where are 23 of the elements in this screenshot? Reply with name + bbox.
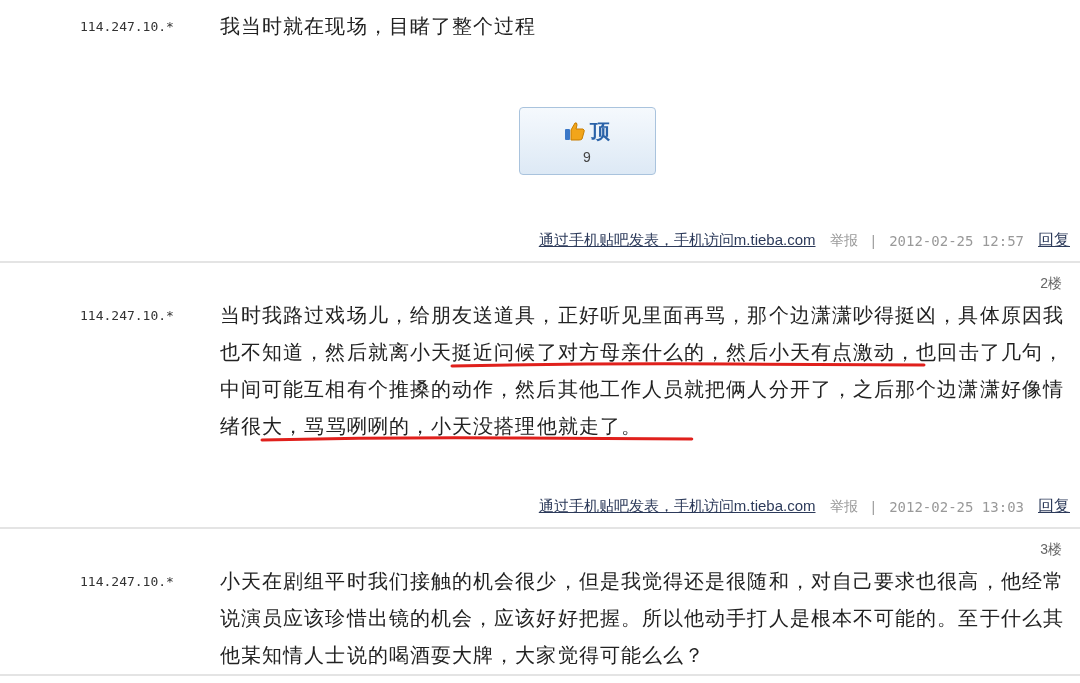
ip-address: 114.247.10.* — [79, 18, 175, 36]
reply-link[interactable]: 回复 — [1038, 496, 1070, 517]
thumbs-up-icon — [564, 120, 586, 142]
post-text-line: 中间可能互相有个推搡的动作，然后其他工作人员就把俩人分开了，之后那个边潇潇好像情 — [220, 377, 1064, 402]
post-text-line: 当时我路过戏场儿，给朋友送道具，正好听见里面再骂，那个边潇潇吵得挺凶，具体原因我 — [220, 303, 1064, 328]
like-button[interactable]: 顶 9 — [518, 107, 656, 175]
separator: | — [871, 498, 876, 515]
reply-link[interactable]: 回复 — [1038, 230, 1070, 251]
mobile-source-link[interactable]: 通过手机贴吧发表，手机访问m.tieba.com — [538, 231, 816, 250]
mobile-source-link[interactable]: 通过手机贴吧发表，手机访问m.tieba.com — [538, 497, 816, 516]
post-text-line: 也不知道，然后就离小天挺近问候了对方母亲什么的，然后小天有点激动，也回击了几句， — [220, 334, 1064, 371]
post-text-line: 说演员应该珍惜出镜的机会，应该好好把握。所以他动手打人是根本不可能的。至于什么其 — [220, 606, 1064, 631]
post-text-line: 他某知情人士说的喝酒耍大牌，大家觉得可能么么？ — [220, 643, 706, 668]
post-text-line: 绪很大，骂骂咧咧的，小天没搭理他就走了。 — [220, 408, 642, 445]
post-text-line: 我当时就在现场，目睹了整个过程 — [220, 14, 537, 39]
post-time: 2012-02-25 12:57 — [889, 232, 1024, 249]
ip-address: 114.247.10.* — [79, 307, 175, 325]
floor-number: 2楼 — [1040, 275, 1062, 293]
ip-address: 114.247.10.* — [79, 573, 175, 591]
floor-number: 3楼 — [1040, 541, 1062, 559]
post-text-line: 小天在剧组平时我们接触的机会很少，但是我觉得还是很随和，对自己要求也很高，他经常 — [220, 569, 1064, 594]
post-time: 2012-02-25 13:03 — [889, 498, 1024, 515]
separator: | — [871, 232, 876, 249]
